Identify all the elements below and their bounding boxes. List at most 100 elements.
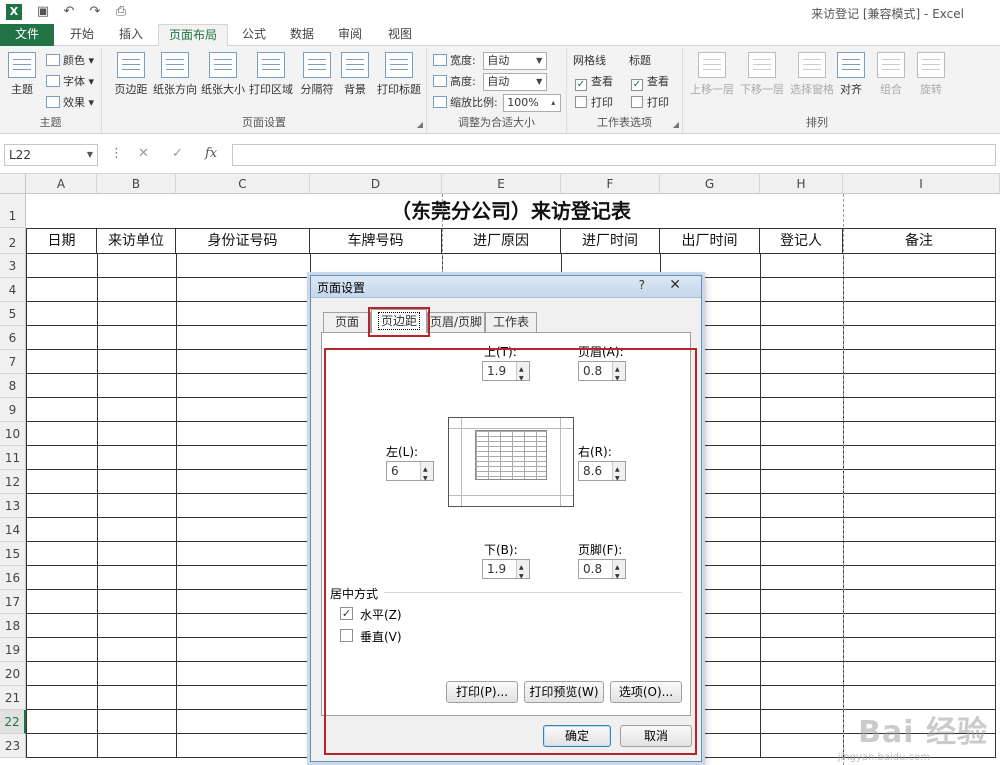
row-header-7[interactable]: 7 [0,350,26,374]
scale-input[interactable]: 100% ▴ [503,94,562,112]
header-cell-plate-number[interactable]: 车牌号码 [310,228,442,254]
header-cell-date[interactable]: 日期 [26,228,97,254]
tab-review[interactable]: 审阅 [328,24,372,46]
row-header-1[interactable]: 1 [0,194,26,228]
size-button[interactable]: 纸张大小 [198,52,248,106]
header-cell-registrar[interactable]: 登记人 [760,228,843,254]
row-header-23[interactable]: 23 [0,734,26,758]
width-select[interactable]: 自动 ▼ [483,52,548,70]
row-header-6[interactable]: 6 [0,326,26,350]
print-area-icon [257,52,285,78]
column-header-a[interactable]: A [26,174,97,194]
tab-insert[interactable]: 插入 [109,24,153,46]
undo-icon[interactable]: ↶ [60,3,78,21]
rotate-button[interactable]: 旋转 [911,52,951,106]
name-box[interactable]: L22 ▼ [4,144,98,166]
selection-pane-button[interactable]: 选择窗格 [787,52,837,106]
tab-data[interactable]: 数据 [280,24,324,46]
row-header-20[interactable]: 20 [0,662,26,686]
gridlines-view-checkbox[interactable]: ✓ 查看 [575,73,613,91]
tab-file[interactable]: 文件 [0,24,54,46]
dialog-title: 页面设置 [317,281,366,295]
headings-print-checkbox[interactable]: 打印 [631,94,669,112]
headings-view-checkbox[interactable]: ✓ 查看 [631,73,669,91]
align-button[interactable]: 对齐 [831,52,871,106]
row-header-9[interactable]: 9 [0,398,26,422]
column-header-b[interactable]: B [97,174,176,194]
page-setup-dialog: 页面设置 ? ✕ 页面 页边距 页眉/页脚 工作表 上(T): 1.9 页眉(A… [310,275,702,762]
enter-icon[interactable]: ✓ [172,146,183,161]
row-header-18[interactable]: 18 [0,614,26,638]
row-header-4[interactable]: 4 [0,278,26,302]
cancel-button[interactable]: 取消 [620,725,692,747]
row-header-12[interactable]: 12 [0,470,26,494]
sheet-title[interactable]: （东莞分公司）来访登记表 [26,194,996,228]
header-cell-id-number[interactable]: 身份证号码 [176,228,310,254]
effects-button[interactable]: 效果 ▾ [46,94,94,112]
row-header-22[interactable]: 22 [0,710,26,734]
dialog-tab-header-footer[interactable]: 页眉/页脚 [427,312,485,332]
row-header-11[interactable]: 11 [0,446,26,470]
ok-button[interactable]: 确定 [543,725,611,747]
column-header-i[interactable]: I [843,174,1000,194]
title-bar: X ▣ ↶ ↷ ⎙ 来访登记 [兼容模式] - Excel [0,0,1000,24]
gridlines-label: 网格线 [573,54,606,67]
row-header-5[interactable]: 5 [0,302,26,326]
header-cell-entry-reason[interactable]: 进厂原因 [442,228,561,254]
colors-button[interactable]: 颜色 ▾ [46,52,94,70]
row-header-13[interactable]: 13 [0,494,26,518]
column-header-c[interactable]: C [176,174,310,194]
redo-icon[interactable]: ↷ [86,3,104,21]
print-area-button[interactable]: 打印区域 [246,52,296,106]
group-button[interactable]: 组合 [871,52,911,106]
height-select[interactable]: 自动 ▼ [483,73,548,91]
sheet-options-launcher-icon[interactable]: ◢ [673,120,679,129]
column-header-g[interactable]: G [660,174,760,194]
insert-function-icon[interactable]: fx [205,146,217,161]
row-header-8[interactable]: 8 [0,374,26,398]
header-cell-remarks[interactable]: 备注 [843,228,996,254]
fonts-button[interactable]: 字体 ▾ [46,73,94,91]
dialog-tab-sheet[interactable]: 工作表 [485,312,537,332]
send-backward-button[interactable]: 下移一层 [737,52,787,106]
row-header-15[interactable]: 15 [0,542,26,566]
header-cell-exit-time[interactable]: 出厂时间 [660,228,760,254]
column-header-e[interactable]: E [442,174,561,194]
tab-home[interactable]: 开始 [60,24,104,46]
headings-label: 标题 [629,54,651,67]
orientation-button[interactable]: 纸张方向 [150,52,200,106]
page-setup-group: 页边距 纸张方向 纸张大小 打印区域 分隔符 背景 打印标题 页面设置 ◢ [102,48,427,132]
header-cell-visitor-unit[interactable]: 来访单位 [97,228,176,254]
print-titles-button[interactable]: 打印标题 [374,52,424,106]
row-header-3[interactable]: 3 [0,254,26,278]
themes-button[interactable]: 主题 [2,52,42,106]
save-icon[interactable]: ▣ [34,3,52,21]
row-header-10[interactable]: 10 [0,422,26,446]
row-header-2[interactable]: 2 [0,228,26,254]
row-header-14[interactable]: 14 [0,518,26,542]
margins-button[interactable]: 页边距 [106,52,156,106]
header-cell-entry-time[interactable]: 进厂时间 [561,228,660,254]
gridlines-print-checkbox[interactable]: 打印 [575,94,613,112]
background-button[interactable]: 背景 [330,52,380,106]
select-all-corner[interactable] [0,174,26,194]
column-header-h[interactable]: H [760,174,843,194]
cancel-icon[interactable]: ✕ [138,146,149,161]
formula-input[interactable] [232,144,996,166]
tab-view[interactable]: 视图 [378,24,422,46]
dialog-tab-page[interactable]: 页面 [323,312,371,332]
close-icon[interactable]: ✕ [669,277,681,293]
tab-formulas[interactable]: 公式 [232,24,276,46]
bring-forward-button[interactable]: 上移一层 [687,52,737,106]
page-setup-launcher-icon[interactable]: ◢ [417,120,423,129]
row-header-19[interactable]: 19 [0,638,26,662]
themes-icon [8,52,36,78]
column-header-d[interactable]: D [310,174,442,194]
row-header-21[interactable]: 21 [0,686,26,710]
row-header-16[interactable]: 16 [0,566,26,590]
help-icon[interactable]: ? [639,278,645,292]
row-header-17[interactable]: 17 [0,590,26,614]
column-header-f[interactable]: F [561,174,660,194]
tab-page-layout[interactable]: 页面布局 [158,24,229,47]
print-preview-icon[interactable]: ⎙ [112,3,130,21]
